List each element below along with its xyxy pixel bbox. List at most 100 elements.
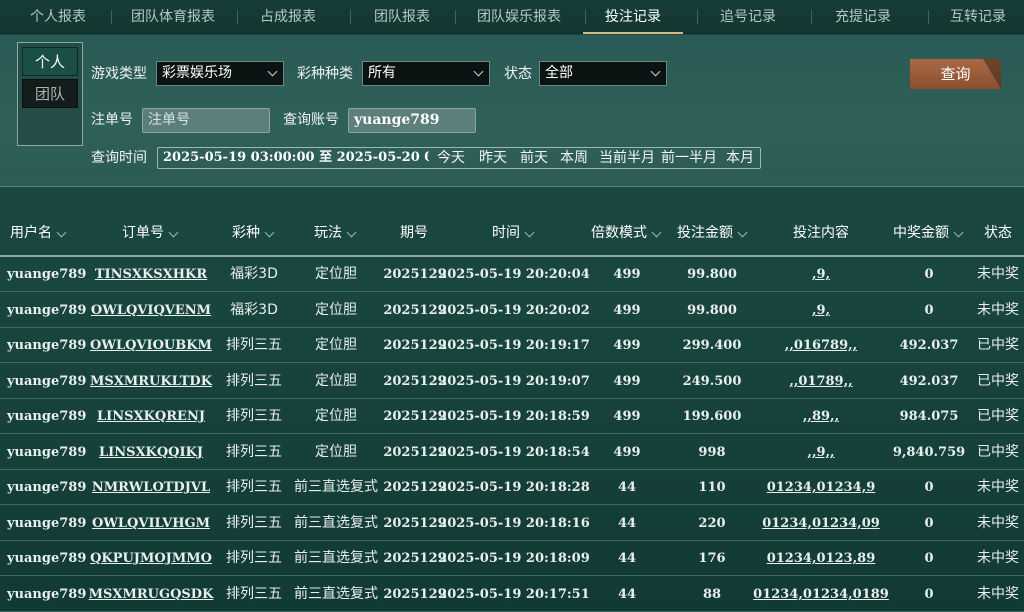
tab-bet-records[interactable]: 投注记录 <box>583 0 683 34</box>
cell-bet-amount: 299.400 <box>682 338 742 353</box>
query-button[interactable]: 查询 <box>910 59 1001 89</box>
cell-order-no[interactable]: QKPUJMOJMMO <box>90 541 212 576</box>
cell-status: 未中奖 <box>977 302 1019 318</box>
cell-play: 定位胆 <box>315 373 357 389</box>
col-order-no[interactable]: 订单号 <box>122 212 179 254</box>
cell-lottery: 排列三五 <box>226 408 282 424</box>
cell-issue: 2025129 <box>383 516 447 531</box>
tab-team-sports-report[interactable]: 团队体育报表 <box>128 0 218 34</box>
cell-bet-content[interactable]: 01234,01234,09 <box>762 506 880 541</box>
col-bet-amount[interactable]: 投注金额 <box>677 212 748 254</box>
cell-bet-content[interactable]: 01234,01234,0189 <box>753 577 889 612</box>
cell-order-no[interactable]: NMRWLOTDJVL <box>92 470 210 505</box>
col-win-amount[interactable]: 中奖金额 <box>893 212 964 254</box>
time-range-input[interactable]: 2025-05-19 03:00:00 至 2025-05-20 03:00:0… <box>163 148 429 168</box>
cell-play: 定位胆 <box>315 337 357 353</box>
chevron-down-icon <box>473 66 484 77</box>
cell-bet-content[interactable]: ,,89,, <box>803 399 839 434</box>
tab-team-report[interactable]: 团队报表 <box>372 0 432 34</box>
col-multiple-mode[interactable]: 倍数模式 <box>591 212 662 254</box>
cell-username: yuange789 <box>7 267 87 282</box>
button-corner-decor <box>983 59 1001 89</box>
cell-order-no[interactable]: OWLQVIQVENM <box>91 293 211 328</box>
quick-today[interactable]: 今天 <box>437 148 465 168</box>
quick-yesterday[interactable]: 昨天 <box>479 148 507 168</box>
table-row: yuange789 OWLQVIOUBKM 排列三五 定位胆 2025129 2025-0… <box>0 328 1024 363</box>
cell-order-no[interactable]: MSXMRUGQSDK <box>89 577 214 612</box>
order-label: 注单号 <box>91 112 133 128</box>
cell-username: yuange789 <box>7 480 87 495</box>
quick-previous-half-month[interactable]: 前一半月 <box>661 148 717 168</box>
cell-multiple: 499 <box>613 338 641 353</box>
scope-personal-button[interactable]: 个人 <box>22 47 78 76</box>
col-time-label: 时间 <box>492 225 520 241</box>
lottery-select[interactable]: 所有 <box>362 61 490 86</box>
cell-multiple: 499 <box>613 374 641 389</box>
col-username[interactable]: 用户名 <box>10 212 67 254</box>
col-play[interactable]: 玩法 <box>314 212 357 254</box>
game-type-select[interactable]: 彩票娱乐场 <box>156 61 284 86</box>
status-label: 状态 <box>504 66 532 82</box>
cell-play: 定位胆 <box>315 266 357 282</box>
order-input[interactable]: 注单号 <box>142 108 270 133</box>
cell-win-amount: 0 <box>924 551 934 566</box>
col-lottery[interactable]: 彩种 <box>232 212 275 254</box>
cell-play: 前三直选复式 <box>294 515 378 531</box>
cell-order-no[interactable]: OWLQVIOUBKM <box>90 328 212 363</box>
status-select[interactable]: 全部 <box>539 61 667 86</box>
scope-team-button[interactable]: 团队 <box>22 79 78 108</box>
tab-personal-report[interactable]: 个人报表 <box>28 0 88 34</box>
quick-this-month[interactable]: 本月 <box>726 148 754 168</box>
cell-order-no[interactable]: TINSXKSXHKR <box>95 257 207 292</box>
tab-deposit-withdraw-records[interactable]: 充提记录 <box>833 0 893 34</box>
cell-bet-amount: 249.500 <box>682 374 742 389</box>
quick-this-week[interactable]: 本周 <box>560 148 588 168</box>
sort-icon <box>651 227 662 238</box>
cell-multiple: 499 <box>613 303 641 318</box>
cell-issue: 2025129 <box>383 338 447 353</box>
account-input[interactable]: yuange789 <box>348 108 476 133</box>
col-time[interactable]: 时间 <box>492 212 535 254</box>
cell-status: 未中奖 <box>977 515 1019 531</box>
top-nav: 个人报表 团队体育报表 占成报表 团队报表 团队娱乐报表 投注记录 追号记录 充… <box>0 0 1024 34</box>
sort-icon <box>56 227 67 238</box>
cell-lottery: 排列三五 <box>226 373 282 389</box>
quick-day-before[interactable]: 前天 <box>520 148 548 168</box>
cell-status: 未中奖 <box>977 266 1019 282</box>
tab-share-report[interactable]: 占成报表 <box>258 0 318 34</box>
cell-time: 2025-05-19 20:18:54 <box>438 445 590 460</box>
tab-chase-records[interactable]: 追号记录 <box>718 0 778 34</box>
sort-icon <box>953 227 964 238</box>
cell-order-no[interactable]: LINSXKQQIKJ <box>99 435 203 470</box>
tab-team-entertainment-report[interactable]: 团队娱乐报表 <box>474 0 564 34</box>
game-type-label: 游戏类型 <box>91 66 147 82</box>
col-play-label: 玩法 <box>314 225 342 241</box>
col-username-label: 用户名 <box>10 225 52 241</box>
cell-bet-content[interactable]: ,,016789,, <box>785 328 857 363</box>
cell-bet-content[interactable]: 01234,01234,9 <box>767 470 876 505</box>
cell-order-no[interactable]: LINSXKQRENJ <box>97 399 205 434</box>
cell-status: 已中奖 <box>977 337 1019 353</box>
col-order-no-label: 订单号 <box>122 225 164 241</box>
cell-bet-content[interactable]: ,,9,, <box>807 435 834 470</box>
col-bet-amount-label: 投注金额 <box>677 225 733 241</box>
cell-order-no[interactable]: OWLQVILVHGM <box>92 506 210 541</box>
cell-play: 定位胆 <box>315 302 357 318</box>
cell-order-no[interactable]: MSXMRUKLTDK <box>90 364 212 399</box>
scope-switch: 个人 团队 <box>17 42 83 146</box>
cell-bet-amount: 176 <box>698 551 726 566</box>
cell-username: yuange789 <box>7 445 87 460</box>
tab-divider <box>585 10 586 24</box>
cell-bet-content[interactable]: 01234,0123,89 <box>767 541 876 576</box>
table-row: yuange789 TINSXKSXHKR 福彩3D 定位胆 2025129 2025-0… <box>0 257 1024 292</box>
cell-bet-content[interactable]: ,,01789,, <box>789 364 852 399</box>
table-header: 用户名 订单号 彩种 玩法 期号 时间 倍数模式 投注金额 投注内容 中奖金额 … <box>0 212 1024 254</box>
cell-bet-content[interactable]: ,9, <box>812 257 830 292</box>
cell-time: 2025-05-19 20:19:07 <box>438 374 590 389</box>
cell-multiple: 44 <box>617 516 637 531</box>
cell-win-amount: 0 <box>924 587 934 602</box>
cell-bet-content[interactable]: ,9, <box>812 293 830 328</box>
quick-current-half-month[interactable]: 当前半月 <box>599 148 655 168</box>
tab-divider <box>455 10 456 24</box>
tab-transfer-records[interactable]: 互转记录 <box>948 0 1008 34</box>
